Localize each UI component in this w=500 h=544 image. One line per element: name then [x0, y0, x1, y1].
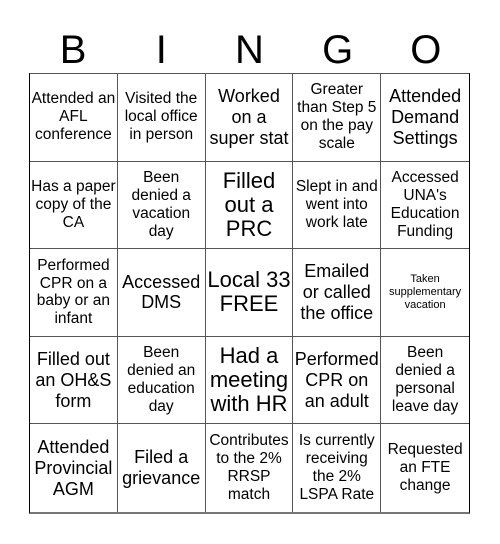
header-letter-g: G — [322, 28, 354, 72]
bingo-cell[interactable]: Filled out a PRC — [205, 161, 294, 250]
bingo-grid: Attended an AFL conference Visited the l… — [29, 73, 470, 514]
bingo-cell[interactable]: Visited the local office in person — [117, 74, 206, 162]
bingo-cell[interactable]: Greater than Step 5 on the pay scale — [293, 74, 382, 162]
bingo-cell[interactable]: Been denied an education day — [117, 336, 206, 425]
bingo-cell[interactable]: Attended an AFL conference — [30, 74, 118, 162]
free-space-cell[interactable]: Local 33 FREE — [205, 249, 294, 337]
header-letter-o: O — [410, 28, 442, 72]
bingo-cell[interactable]: Emailed or called the office — [293, 249, 382, 337]
bingo-cell[interactable]: Filled out an OH&S form — [30, 336, 118, 425]
bingo-cell[interactable]: Worked on a super stat — [205, 74, 294, 162]
bingo-cell[interactable]: Requested an FTE change — [381, 424, 469, 512]
bingo-cell[interactable]: Performed CPR on an adult — [293, 336, 382, 425]
bingo-cell[interactable]: Accessed UNA's Education Funding — [381, 162, 469, 250]
header-letter-n: N — [235, 28, 264, 72]
bingo-cell[interactable]: Been denied a personal leave day — [381, 337, 469, 425]
bingo-cell[interactable]: Has a paper copy of the CA — [30, 161, 118, 250]
bingo-cell[interactable]: Contributes to the 2% RRSP match — [206, 424, 294, 512]
bingo-cell[interactable]: Accessed DMS — [117, 249, 206, 337]
bingo-cell[interactable]: Slept in and went into work late — [293, 161, 382, 250]
bingo-cell[interactable]: Attended Demand Settings — [381, 74, 469, 162]
bingo-cell[interactable]: Performed CPR on a baby or an infant — [30, 249, 118, 337]
bingo-header: B I N G O — [29, 26, 470, 74]
bingo-cell[interactable]: Attended Provincial AGM — [30, 424, 118, 512]
bingo-cell[interactable]: Had a meeting with HR — [205, 336, 294, 425]
header-letter-i: I — [155, 28, 167, 72]
bingo-cell[interactable]: Taken supplementary vacation — [381, 249, 469, 337]
bingo-cell[interactable]: Been denied a vacation day — [117, 161, 206, 250]
bingo-cell[interactable]: Is currently receiving the 2% LSPA Rate — [293, 424, 382, 512]
bingo-cell[interactable]: Filed a grievance — [118, 424, 206, 512]
header-letter-b: B — [59, 28, 87, 72]
